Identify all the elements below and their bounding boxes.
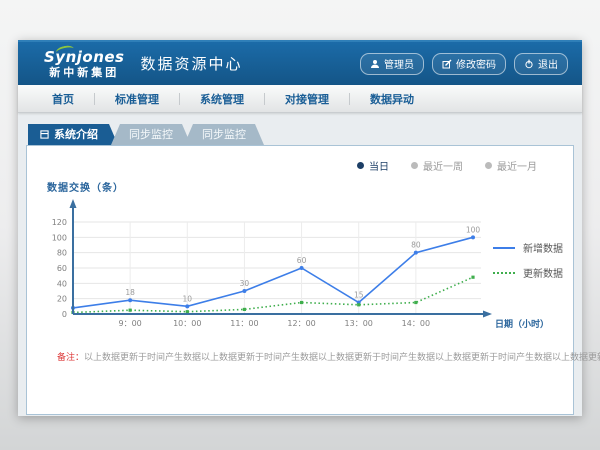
svg-text:40: 40 xyxy=(57,279,67,288)
radio-dot-icon xyxy=(485,162,492,169)
power-icon xyxy=(524,59,534,69)
svg-text:9：00: 9：00 xyxy=(119,319,142,328)
user-button[interactable]: 管理员 xyxy=(360,53,424,75)
nav-bar: 首页标准管理系统管理对接管理数据异动 xyxy=(18,85,582,113)
radio-label: 最近一周 xyxy=(423,158,463,173)
tab[interactable]: 同步监控 xyxy=(111,124,191,145)
radio-option[interactable]: 最近一月 xyxy=(485,158,537,173)
svg-text:18: 18 xyxy=(125,288,135,297)
change-password-label: 修改密码 xyxy=(456,56,496,71)
tab-label: 系统介绍 xyxy=(54,124,98,145)
logo-text-cn: 新中新集团 xyxy=(44,67,125,78)
tab[interactable]: 系统介绍 xyxy=(28,124,118,145)
nav-item[interactable]: 数据异动 xyxy=(350,91,434,107)
svg-text:13：00: 13：00 xyxy=(345,319,373,328)
user-icon xyxy=(370,59,380,69)
svg-text:12：00: 12：00 xyxy=(287,319,315,328)
app-window: Synjones 新中新集团 数据资源中心 管理员 修改密码 退出 首页标准管理… xyxy=(18,40,582,416)
nav-item[interactable]: 系统管理 xyxy=(180,91,264,107)
svg-text:0: 0 xyxy=(62,310,67,319)
legend-item[interactable]: 新增数据 xyxy=(493,240,563,255)
form-icon xyxy=(40,130,49,139)
svg-text:10：00: 10：00 xyxy=(173,319,201,328)
radio-label: 最近一月 xyxy=(497,158,537,173)
svg-text:60: 60 xyxy=(57,264,67,273)
content-area: 系统介绍 同步监控 同步监控 当日 最近一周 最近一月 数据交换（条） 0 20 40 60 8… xyxy=(18,113,582,415)
svg-text:100: 100 xyxy=(52,233,67,242)
legend-line-icon xyxy=(493,272,515,274)
svg-text:120: 120 xyxy=(52,218,67,227)
legend-label: 新增数据 xyxy=(523,240,563,255)
x-axis-title: 日期（小时） xyxy=(495,318,549,330)
chart-legend: 新增数据更新数据 xyxy=(493,240,563,280)
tab[interactable]: 同步监控 xyxy=(184,124,264,145)
svg-text:14：00: 14：00 xyxy=(402,319,430,328)
page-title: 数据资源中心 xyxy=(141,53,243,74)
radio-option[interactable]: 最近一周 xyxy=(411,158,463,173)
footnote-label: 备注： xyxy=(57,353,84,363)
radio-dot-icon xyxy=(357,162,364,169)
logout-label: 退出 xyxy=(538,56,558,71)
svg-text:10: 10 xyxy=(183,294,193,303)
nav-item[interactable]: 首页 xyxy=(32,91,94,107)
tab-label: 同步监控 xyxy=(129,128,173,141)
logo: Synjones 新中新集团 xyxy=(44,50,125,78)
svg-text:15: 15 xyxy=(354,291,364,300)
user-label: 管理员 xyxy=(384,56,414,71)
content-panel: 当日 最近一周 最近一月 数据交换（条） 0 20 40 60 80 100 120 9：00 10… xyxy=(26,145,574,415)
legend-line-icon xyxy=(493,247,515,249)
svg-text:100: 100 xyxy=(466,225,481,234)
svg-text:30: 30 xyxy=(240,279,250,288)
radio-option[interactable]: 当日 xyxy=(357,158,389,173)
radio-dot-icon xyxy=(411,162,418,169)
tab-label: 同步监控 xyxy=(202,128,246,141)
svg-text:60: 60 xyxy=(297,256,307,265)
footnote: 备注：以上数据更新于时间产生数据以上数据更新于时间产生数据以上数据更新于时间产生… xyxy=(57,350,573,363)
header: Synjones 新中新集团 数据资源中心 管理员 修改密码 退出 xyxy=(18,40,582,85)
edit-icon xyxy=(442,59,452,69)
legend-item[interactable]: 更新数据 xyxy=(493,265,563,280)
radio-label: 当日 xyxy=(369,158,389,173)
time-filter-group: 当日 最近一周 最近一月 xyxy=(27,146,573,173)
change-password-button[interactable]: 修改密码 xyxy=(432,53,506,75)
chart-area: 0 20 40 60 80 100 120 9：00 10：00 11：00 12：00 13：00 1… xyxy=(37,196,573,338)
svg-text:80: 80 xyxy=(57,249,67,258)
header-actions: 管理员 修改密码 退出 xyxy=(360,53,568,75)
nav-item[interactable]: 标准管理 xyxy=(95,91,179,107)
y-axis-title: 数据交换（条） xyxy=(47,179,573,194)
legend-label: 更新数据 xyxy=(523,265,563,280)
nav-item[interactable]: 对接管理 xyxy=(265,91,349,107)
logout-button[interactable]: 退出 xyxy=(514,53,568,75)
svg-text:11：00: 11：00 xyxy=(230,319,258,328)
footnote-text: 以上数据更新于时间产生数据以上数据更新于时间产生数据以上数据更新于时间产生数据以… xyxy=(84,353,600,363)
svg-text:20: 20 xyxy=(57,295,67,304)
svg-text:80: 80 xyxy=(411,241,421,250)
tab-bar: 系统介绍 同步监控 同步监控 xyxy=(26,124,574,145)
